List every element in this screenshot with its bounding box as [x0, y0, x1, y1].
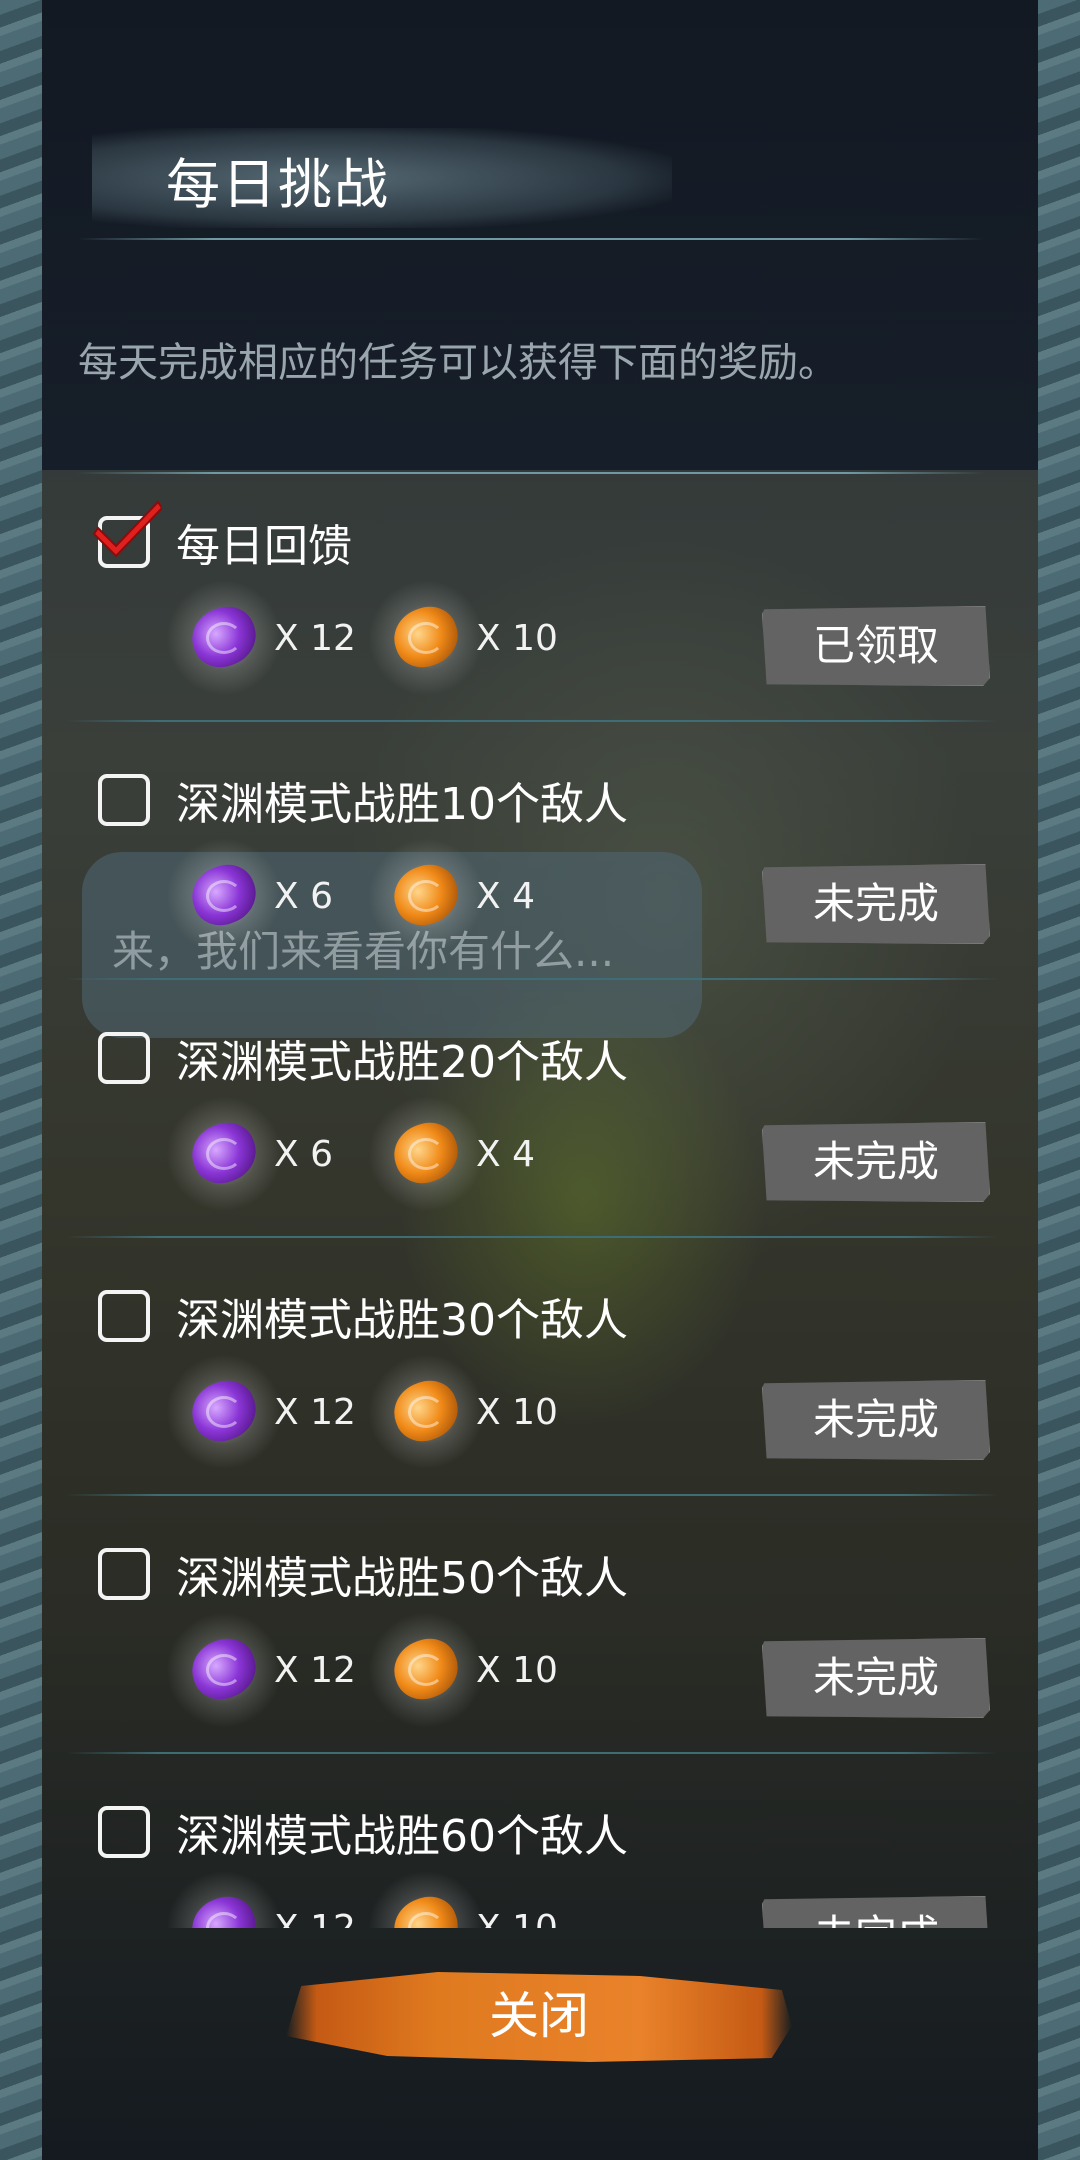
close-button[interactable]: 关闭	[286, 1966, 792, 2066]
stone-border-left	[0, 0, 44, 2160]
header-panel	[42, 0, 1038, 470]
task-row: 深渊模式战胜30个敌人 X 12 X 10 未完成	[42, 1254, 1038, 1512]
orange-gem-icon	[368, 1870, 484, 1928]
task-name: 深渊模式战胜10个敌人	[176, 779, 628, 830]
purple-gem-qty: X 6	[274, 1134, 334, 1175]
orange-gem-icon	[368, 1612, 484, 1728]
orange-gem-qty: X 4	[476, 876, 536, 917]
checkbox[interactable]	[98, 774, 150, 826]
purple-gem-qty: X 12	[274, 1908, 356, 1928]
orange-gem-icon	[368, 838, 484, 954]
row-separator	[66, 978, 998, 980]
incomplete-button[interactable]: 未完成	[762, 1380, 990, 1460]
list-divider	[78, 472, 984, 474]
claimed-button[interactable]: 已领取	[762, 606, 990, 686]
purple-gem-icon	[166, 1870, 282, 1928]
checkbox[interactable]	[98, 1290, 150, 1342]
task-name: 深渊模式战胜60个敌人	[176, 1811, 628, 1862]
description-text: 每天完成相应的任务可以获得下面的奖励。	[78, 340, 838, 386]
task-row: 深渊模式战胜20个敌人 X 6 X 4 未完成	[42, 996, 1038, 1254]
task-name: 深渊模式战胜30个敌人	[176, 1295, 628, 1346]
orange-gem-qty: X 4	[476, 1134, 536, 1175]
page-title: 每日挑战	[166, 153, 390, 216]
stone-border-right	[1036, 0, 1080, 2160]
task-name: 每日回馈	[176, 521, 352, 572]
incomplete-button[interactable]: 未完成	[762, 1122, 990, 1202]
row-separator	[66, 1494, 998, 1496]
task-row: 深渊模式战胜10个敌人 X 6 X 4 未完成	[42, 738, 1038, 996]
purple-gem-qty: X 6	[274, 876, 334, 917]
task-row: 深渊模式战胜60个敌人 X 12 X 10 未完成	[42, 1770, 1038, 1928]
task-list[interactable]: 每日回馈 X 12 X 10 已领取 深渊模式战胜10个敌人 X 6 X 4 未…	[42, 480, 1038, 1928]
task-name: 深渊模式战胜20个敌人	[176, 1037, 628, 1088]
check-mark-icon	[92, 500, 162, 558]
task-row: 深渊模式战胜50个敌人 X 12 X 10 未完成	[42, 1512, 1038, 1770]
row-separator	[66, 1752, 998, 1754]
row-separator	[66, 1236, 998, 1238]
purple-gem-qty: X 12	[274, 618, 356, 659]
purple-gem-icon	[166, 1096, 282, 1212]
checkbox[interactable]	[98, 1806, 150, 1858]
purple-gem-icon	[166, 580, 282, 696]
purple-gem-icon	[166, 838, 282, 954]
orange-gem-qty: X 10	[476, 1908, 558, 1928]
orange-gem-qty: X 10	[476, 1650, 558, 1691]
incomplete-button[interactable]: 未完成	[762, 864, 990, 944]
orange-gem-qty: X 10	[476, 1392, 558, 1433]
task-row: 每日回馈 X 12 X 10 已领取	[42, 480, 1038, 738]
purple-gem-icon	[166, 1612, 282, 1728]
purple-gem-qty: X 12	[274, 1650, 356, 1691]
incomplete-button[interactable]: 未完成	[762, 1638, 990, 1718]
checkbox[interactable]	[98, 1032, 150, 1084]
orange-gem-qty: X 10	[476, 618, 558, 659]
orange-gem-icon	[368, 1096, 484, 1212]
incomplete-button[interactable]: 未完成	[762, 1896, 990, 1928]
checkbox[interactable]	[98, 1548, 150, 1600]
orange-gem-icon	[368, 580, 484, 696]
task-name: 深渊模式战胜50个敌人	[176, 1553, 628, 1604]
title-divider	[78, 238, 984, 240]
row-separator	[66, 720, 998, 722]
purple-gem-qty: X 12	[274, 1392, 356, 1433]
orange-gem-icon	[368, 1354, 484, 1470]
purple-gem-icon	[166, 1354, 282, 1470]
